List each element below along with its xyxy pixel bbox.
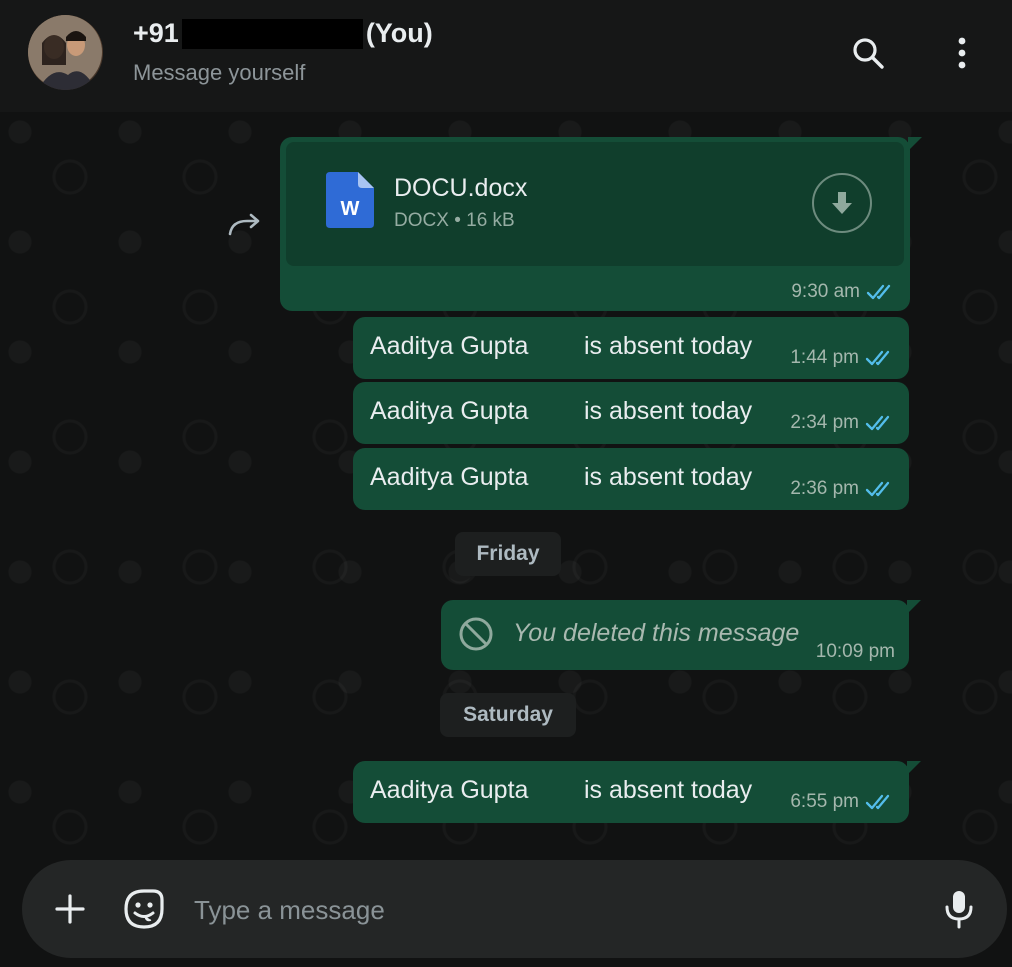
chat-title: +91 (You) xyxy=(133,18,433,49)
message-time: 9:30 am xyxy=(791,281,896,303)
read-ticks-icon xyxy=(865,794,890,810)
message-text: Aaditya Gupta is absent today xyxy=(370,332,753,360)
deleted-text: You deleted this message xyxy=(513,619,800,647)
blocked-icon xyxy=(459,617,493,651)
sticker-icon xyxy=(124,889,164,929)
word-document-icon: W xyxy=(326,172,374,228)
forward-icon[interactable] xyxy=(227,211,263,237)
date-divider: Saturday xyxy=(440,693,576,737)
chat-subtitle: Message yourself xyxy=(133,60,306,85)
deleted-message[interactable]: You deleted this message 10:09 pm xyxy=(441,600,921,670)
meta-separator: • xyxy=(454,210,461,231)
text-message[interactable]: Aaditya Gupta is absent today 6:55 pm xyxy=(353,761,921,823)
title-suffix: (You) xyxy=(365,18,433,48)
message-time: 2:36 pm xyxy=(790,478,895,500)
document-message[interactable]: W DOCU.docx DOCX • 16 kB 9:30 am xyxy=(280,137,922,311)
chat-window: +91 (You) Message yourself W DOCU.docx D… xyxy=(0,0,1012,967)
time-label: 2:34 pm xyxy=(790,412,859,433)
message-time: 2:34 pm xyxy=(790,412,895,434)
message-text: Aaditya Gupta is absent today xyxy=(370,397,753,425)
read-ticks-icon xyxy=(865,481,890,497)
plus-icon xyxy=(55,894,85,924)
time-label: 6:55 pm xyxy=(790,791,859,812)
document-meta: DOCX • 16 kB xyxy=(394,210,515,232)
redacted-number xyxy=(181,18,363,49)
phone-prefix: +91 xyxy=(133,18,179,48)
avatar-photo xyxy=(28,15,102,90)
message-list[interactable]: W DOCU.docx DOCX • 16 kB 9:30 am Aaditya… xyxy=(0,112,1012,860)
document-size: 16 kB xyxy=(466,210,515,231)
document-type: DOCX xyxy=(394,210,449,231)
search-icon xyxy=(853,38,884,69)
microphone-icon xyxy=(945,891,973,929)
document-name: DOCU.docx xyxy=(394,174,528,202)
download-button[interactable] xyxy=(812,173,872,233)
search-button[interactable] xyxy=(846,31,890,75)
time-label: 10:09 pm xyxy=(815,641,895,662)
message-time: 6:55 pm xyxy=(790,791,895,813)
time-label: 1:44 pm xyxy=(790,347,859,368)
message-time: 10:09 pm xyxy=(816,641,895,663)
read-ticks-icon xyxy=(865,350,890,366)
text-message[interactable]: Aaditya Gupta is absent today 2:34 pm xyxy=(353,382,909,444)
sticker-button[interactable] xyxy=(121,886,167,932)
document-card[interactable]: W DOCU.docx DOCX • 16 kB xyxy=(286,142,904,266)
message-time: 1:44 pm xyxy=(790,347,895,369)
voice-record-button[interactable] xyxy=(938,887,980,931)
read-ticks-icon xyxy=(866,284,891,300)
menu-button[interactable] xyxy=(940,31,984,75)
message-input[interactable] xyxy=(192,886,916,934)
message-text: Aaditya Gupta is absent today xyxy=(370,776,753,804)
more-vertical-icon xyxy=(958,37,966,69)
chat-header[interactable]: +91 (You) Message yourself xyxy=(0,0,1012,112)
time-label: 9:30 am xyxy=(791,281,860,302)
download-icon xyxy=(832,192,852,214)
attach-button[interactable] xyxy=(50,889,90,929)
time-label: 2:36 pm xyxy=(790,478,859,499)
text-message[interactable]: Aaditya Gupta is absent today 1:44 pm xyxy=(353,317,909,379)
date-divider: Friday xyxy=(455,532,561,576)
message-text: Aaditya Gupta is absent today xyxy=(370,463,753,491)
text-message[interactable]: Aaditya Gupta is absent today 2:36 pm xyxy=(353,448,909,510)
read-ticks-icon xyxy=(865,415,890,431)
avatar[interactable] xyxy=(28,15,103,90)
svg-text:W: W xyxy=(341,198,360,220)
message-composer[interactable] xyxy=(22,860,1007,958)
